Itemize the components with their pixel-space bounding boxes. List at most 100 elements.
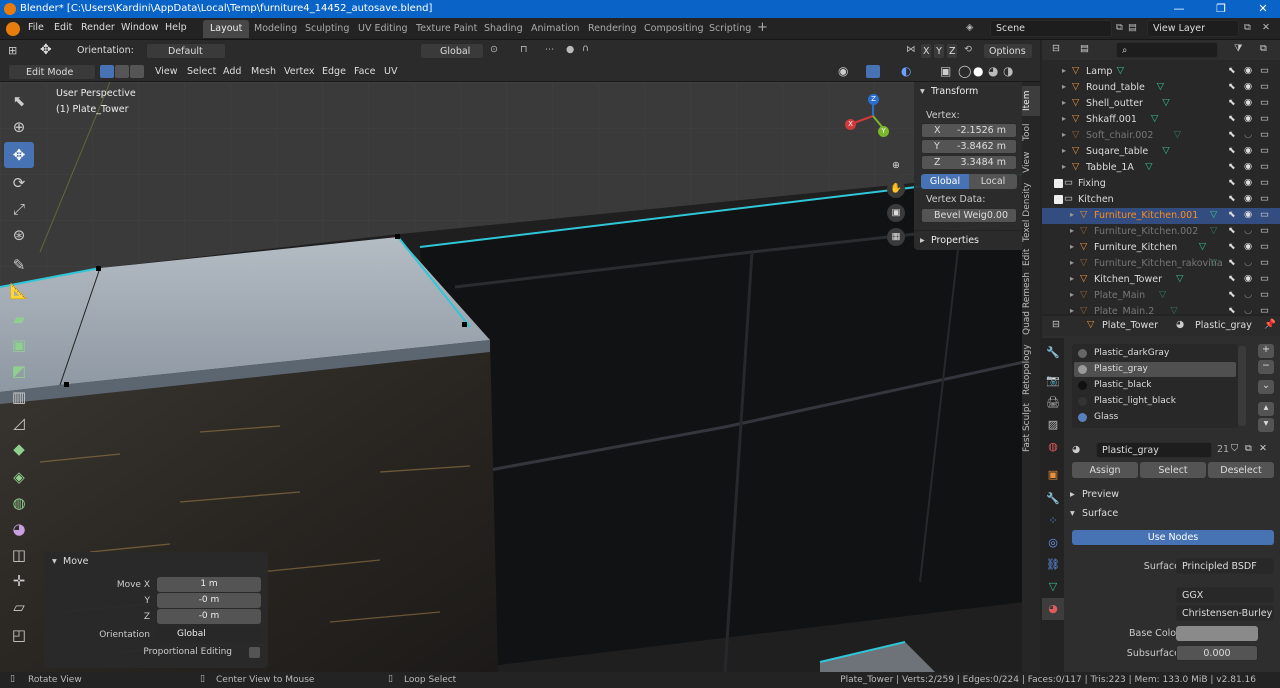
proportional-icon[interactable]: ● bbox=[566, 44, 574, 55]
tab-compositing[interactable]: Compositing bbox=[637, 20, 711, 38]
scale-icon[interactable]: ⤢ bbox=[4, 196, 34, 222]
move-z-field[interactable]: -0 m bbox=[157, 609, 261, 624]
mesh-data-icon[interactable]: ▽ bbox=[1176, 273, 1183, 284]
surface-collapse-icon[interactable]: ▾ bbox=[1070, 508, 1075, 519]
slot-specials-button[interactable]: ⌄ bbox=[1258, 380, 1274, 394]
vertex-y-field[interactable]: Y -3.8462 m bbox=[921, 139, 1017, 154]
menu-render[interactable]: Render bbox=[81, 22, 115, 33]
remove-slot-button[interactable]: − bbox=[1258, 360, 1274, 374]
duplicate-material-icon[interactable]: ⧉ bbox=[1245, 443, 1252, 454]
outliner-row[interactable]: ▸ ▽ Kitchen_Tower ▽ ⬉ ◉ ▭ bbox=[1042, 272, 1280, 288]
smooth-icon[interactable]: ◍ bbox=[4, 490, 34, 516]
collection-checkbox[interactable] bbox=[1054, 195, 1063, 204]
hidden-eye-icon[interactable]: ◡ bbox=[1244, 225, 1252, 236]
physics-properties-icon[interactable]: ◎ bbox=[1042, 532, 1064, 554]
selectable-icon[interactable]: ⬉ bbox=[1228, 226, 1236, 236]
proportional-editing-checkbox[interactable] bbox=[249, 647, 260, 658]
rendered-shading-icon[interactable]: ◑ bbox=[1003, 64, 1013, 78]
move-panel-title[interactable]: Move bbox=[63, 556, 88, 567]
selectable-icon[interactable]: ⬉ bbox=[1228, 258, 1236, 268]
monitor-icon[interactable]: ▭ bbox=[1260, 113, 1269, 124]
selectable-icon[interactable]: ⬉ bbox=[1228, 210, 1236, 220]
vertex-z-field[interactable]: Z 3.3484 m bbox=[921, 155, 1017, 170]
hidden-eye-icon[interactable]: ◡ bbox=[1244, 257, 1252, 268]
menu-edge[interactable]: Edge bbox=[322, 66, 346, 77]
material-shading-icon[interactable]: ◕ bbox=[988, 64, 998, 78]
vertex-select-icon[interactable] bbox=[100, 65, 114, 78]
eye-icon[interactable]: ◉ bbox=[1244, 241, 1252, 252]
selectable-icon[interactable]: ⬉ bbox=[1228, 146, 1236, 156]
mesh-data-icon[interactable]: ▽ bbox=[1157, 81, 1164, 92]
tab-shading[interactable]: Shading bbox=[477, 20, 530, 38]
outliner-row[interactable]: ▸ ▽ Plate_Main.2 ▽ ⬉ ◡ ▭ bbox=[1042, 304, 1280, 314]
constraints-properties-icon[interactable]: ⛓ bbox=[1042, 554, 1064, 576]
tab-view[interactable]: View bbox=[1022, 148, 1040, 176]
menu-mesh[interactable]: Mesh bbox=[251, 66, 276, 77]
add-workspace-icon[interactable]: + bbox=[757, 20, 768, 35]
edge-select-icon[interactable] bbox=[115, 65, 129, 78]
monitor-icon[interactable]: ▭ bbox=[1260, 161, 1269, 172]
outliner-row[interactable]: ▭ Fixing ⬉ ◉ ▭ bbox=[1042, 176, 1280, 192]
expand-icon[interactable]: ▸ bbox=[1062, 114, 1066, 123]
options-dropdown[interactable]: Options bbox=[983, 43, 1033, 59]
camera-icon[interactable]: ▣ bbox=[887, 204, 905, 222]
new-collection-icon[interactable]: ⧉ bbox=[1260, 43, 1267, 54]
expand-icon[interactable]: ▸ bbox=[1062, 130, 1066, 139]
vertex-x-field[interactable]: X -2.1526 m bbox=[921, 123, 1017, 138]
eye-icon[interactable]: ◉ bbox=[1244, 177, 1252, 188]
particles-properties-icon[interactable]: ⁘ bbox=[1042, 510, 1064, 532]
fake-user-icon[interactable]: ⛉ bbox=[1231, 443, 1238, 454]
object-properties-icon[interactable]: ▣ bbox=[1042, 464, 1064, 486]
menu-file[interactable]: File bbox=[28, 22, 44, 33]
orientation-dropdown[interactable]: Default bbox=[146, 43, 226, 59]
move-slot-up-button[interactable]: ▴ bbox=[1258, 402, 1274, 416]
surface-shader-dropdown[interactable]: Principled BSDF bbox=[1176, 558, 1274, 574]
pin-icon[interactable]: 📌 bbox=[1264, 319, 1276, 330]
deselect-button[interactable]: Deselect bbox=[1208, 462, 1274, 478]
eye-icon[interactable]: ◉ bbox=[1244, 161, 1252, 172]
menu-edit[interactable]: Edit bbox=[54, 22, 72, 33]
selectable-icon[interactable]: ⬉ bbox=[1228, 306, 1236, 314]
monitor-icon[interactable]: ▭ bbox=[1260, 257, 1269, 268]
selectable-icon[interactable]: ⬉ bbox=[1228, 194, 1236, 204]
auto-merge-icon[interactable]: ⟲ bbox=[964, 44, 972, 55]
render-properties-icon[interactable]: 📷 bbox=[1042, 370, 1064, 392]
eye-icon[interactable]: ◉ bbox=[1244, 97, 1252, 108]
mesh-data-icon[interactable]: ▽ bbox=[1117, 65, 1124, 76]
expand-icon[interactable]: ▸ bbox=[1070, 258, 1074, 267]
bevel-icon[interactable]: ◩ bbox=[4, 358, 34, 384]
material-properties-icon[interactable]: ◕ bbox=[1042, 598, 1064, 620]
snap-icon[interactable]: ⊓ bbox=[520, 44, 527, 55]
outliner-row[interactable]: ▭ Kitchen ⬉ ◉ ▭ bbox=[1042, 192, 1280, 208]
mirror-x-toggle[interactable]: X bbox=[920, 43, 932, 59]
outliner-row[interactable]: ▸ ▽ Plate_Main ▽ ⬉ ◡ ▭ bbox=[1042, 288, 1280, 304]
expand-icon[interactable]: ▸ bbox=[1070, 306, 1074, 314]
gizmo-z-axis[interactable]: Z bbox=[868, 94, 879, 105]
gizmo-x-axis[interactable]: X bbox=[845, 119, 856, 130]
menu-help[interactable]: Help bbox=[165, 22, 187, 33]
monitor-icon[interactable]: ▭ bbox=[1260, 241, 1269, 252]
transform-collapse-icon[interactable]: ▾ bbox=[920, 86, 925, 97]
monitor-icon[interactable]: ▭ bbox=[1260, 97, 1269, 108]
maximize-icon[interactable]: ❐ bbox=[1214, 2, 1228, 16]
material-slot[interactable]: Plastic_darkGray bbox=[1074, 346, 1236, 361]
monitor-icon[interactable]: ▭ bbox=[1260, 145, 1269, 156]
scene-field[interactable]: Scene bbox=[990, 20, 1112, 37]
eye-icon[interactable]: ◉ bbox=[1244, 113, 1252, 124]
overlay-icon[interactable]: ◐ bbox=[901, 64, 911, 78]
expand-icon[interactable]: ▸ bbox=[1070, 242, 1074, 251]
hidden-eye-icon[interactable]: ◡ bbox=[1244, 305, 1252, 314]
surface-header[interactable]: Surface bbox=[1082, 508, 1118, 519]
move-slot-down-button[interactable]: ▾ bbox=[1258, 418, 1274, 432]
xray-icon[interactable]: ▣ bbox=[940, 64, 951, 78]
view-layer-close-icon[interactable]: ✕ bbox=[1262, 22, 1270, 33]
expand-icon[interactable]: ▸ bbox=[1062, 146, 1066, 155]
outliner-search-input[interactable]: ⌕ bbox=[1116, 42, 1218, 58]
knife-icon[interactable]: ◿ bbox=[4, 410, 34, 436]
transform-icon[interactable]: ⊛ bbox=[4, 222, 34, 248]
mesh-data-icon[interactable]: ▽ bbox=[1145, 161, 1152, 172]
move-panel-collapse-icon[interactable]: ▾ bbox=[52, 556, 57, 567]
shear-icon[interactable]: ◫ bbox=[4, 542, 34, 568]
tab-animation[interactable]: Animation bbox=[524, 20, 586, 38]
view-layer-field[interactable]: View Layer bbox=[1147, 20, 1239, 37]
